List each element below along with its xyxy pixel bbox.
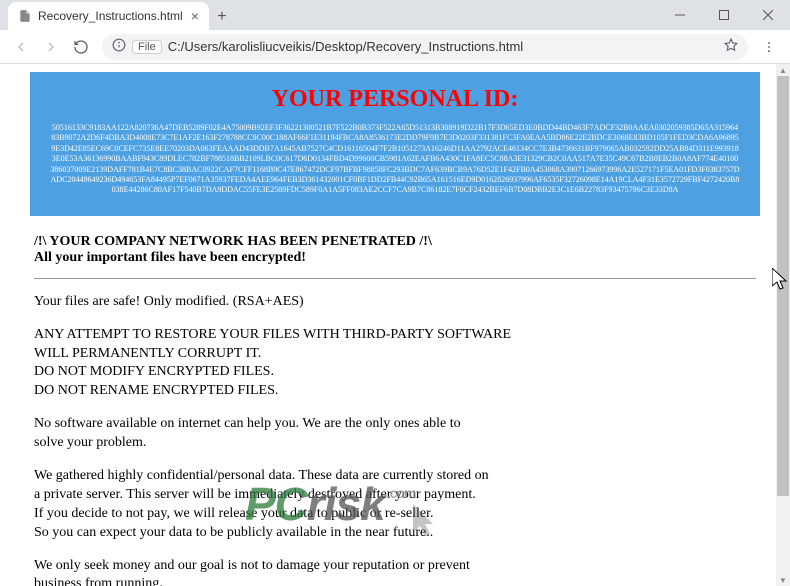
window-titlebar: Recovery_Instructions.html × + [0,0,790,30]
file-icon [18,9,32,23]
personal-id-value: 50516133C9183AA122A820736A47DEB5289F02E4… [50,123,740,196]
kebab-menu-button[interactable] [754,32,784,62]
ransom-note-body: /!\ YOUR COMPANY NETWORK HAS BEEN PENETR… [30,216,760,586]
warning-heading-1: /!\ YOUR COMPANY NETWORK HAS BEEN PENETR… [34,234,756,250]
url-text: C:/Users/karolisliucveikis/Desktop/Recov… [168,39,724,54]
browser-tab[interactable]: Recovery_Instructions.html × [8,2,209,30]
page-content: YOUR PERSONAL ID: 50516133C9183AA122A820… [0,64,790,586]
close-window-button[interactable] [746,0,790,30]
forward-button[interactable] [36,32,66,62]
divider [34,278,756,279]
paragraph-nosoftware: No software available on internet can he… [34,415,756,453]
bookmark-star-icon[interactable] [724,38,738,55]
tab-close-button[interactable]: × [191,8,199,24]
new-tab-button[interactable]: + [209,4,235,30]
warning-heading-2: All your important files have been encry… [34,250,756,266]
paragraph-donot: ANY ATTEMPT TO RESTORE YOUR FILES WITH T… [34,326,756,402]
info-icon[interactable] [112,38,126,55]
personal-id-panel: YOUR PERSONAL ID: 50516133C9183AA122A820… [30,72,760,216]
paragraph-safe: Your files are safe! Only modified. (RSA… [34,293,756,312]
window-controls [658,0,790,30]
scroll-thumb[interactable] [777,76,789,496]
back-button[interactable] [6,32,36,62]
personal-id-heading: YOUR PERSONAL ID: [50,86,740,113]
scroll-up-arrow[interactable]: ▲ [776,64,790,76]
reload-button[interactable] [66,32,96,62]
address-bar[interactable]: File C:/Users/karolisliucveikis/Desktop/… [102,34,748,60]
file-protocol-chip: File [132,40,162,54]
tab-title: Recovery_Instructions.html [38,9,183,23]
paragraph-seekmoney: We only seek money and our goal is not t… [34,557,756,586]
vertical-scrollbar[interactable]: ▲ ▼ [776,64,790,586]
scroll-down-arrow[interactable]: ▼ [776,574,790,586]
browser-toolbar: File C:/Users/karolisliucveikis/Desktop/… [0,30,790,64]
paragraph-gathered: We gathered highly confidential/personal… [34,467,756,543]
maximize-button[interactable] [702,0,746,30]
page-viewport: YOUR PERSONAL ID: 50516133C9183AA122A820… [0,64,790,586]
minimize-button[interactable] [658,0,702,30]
